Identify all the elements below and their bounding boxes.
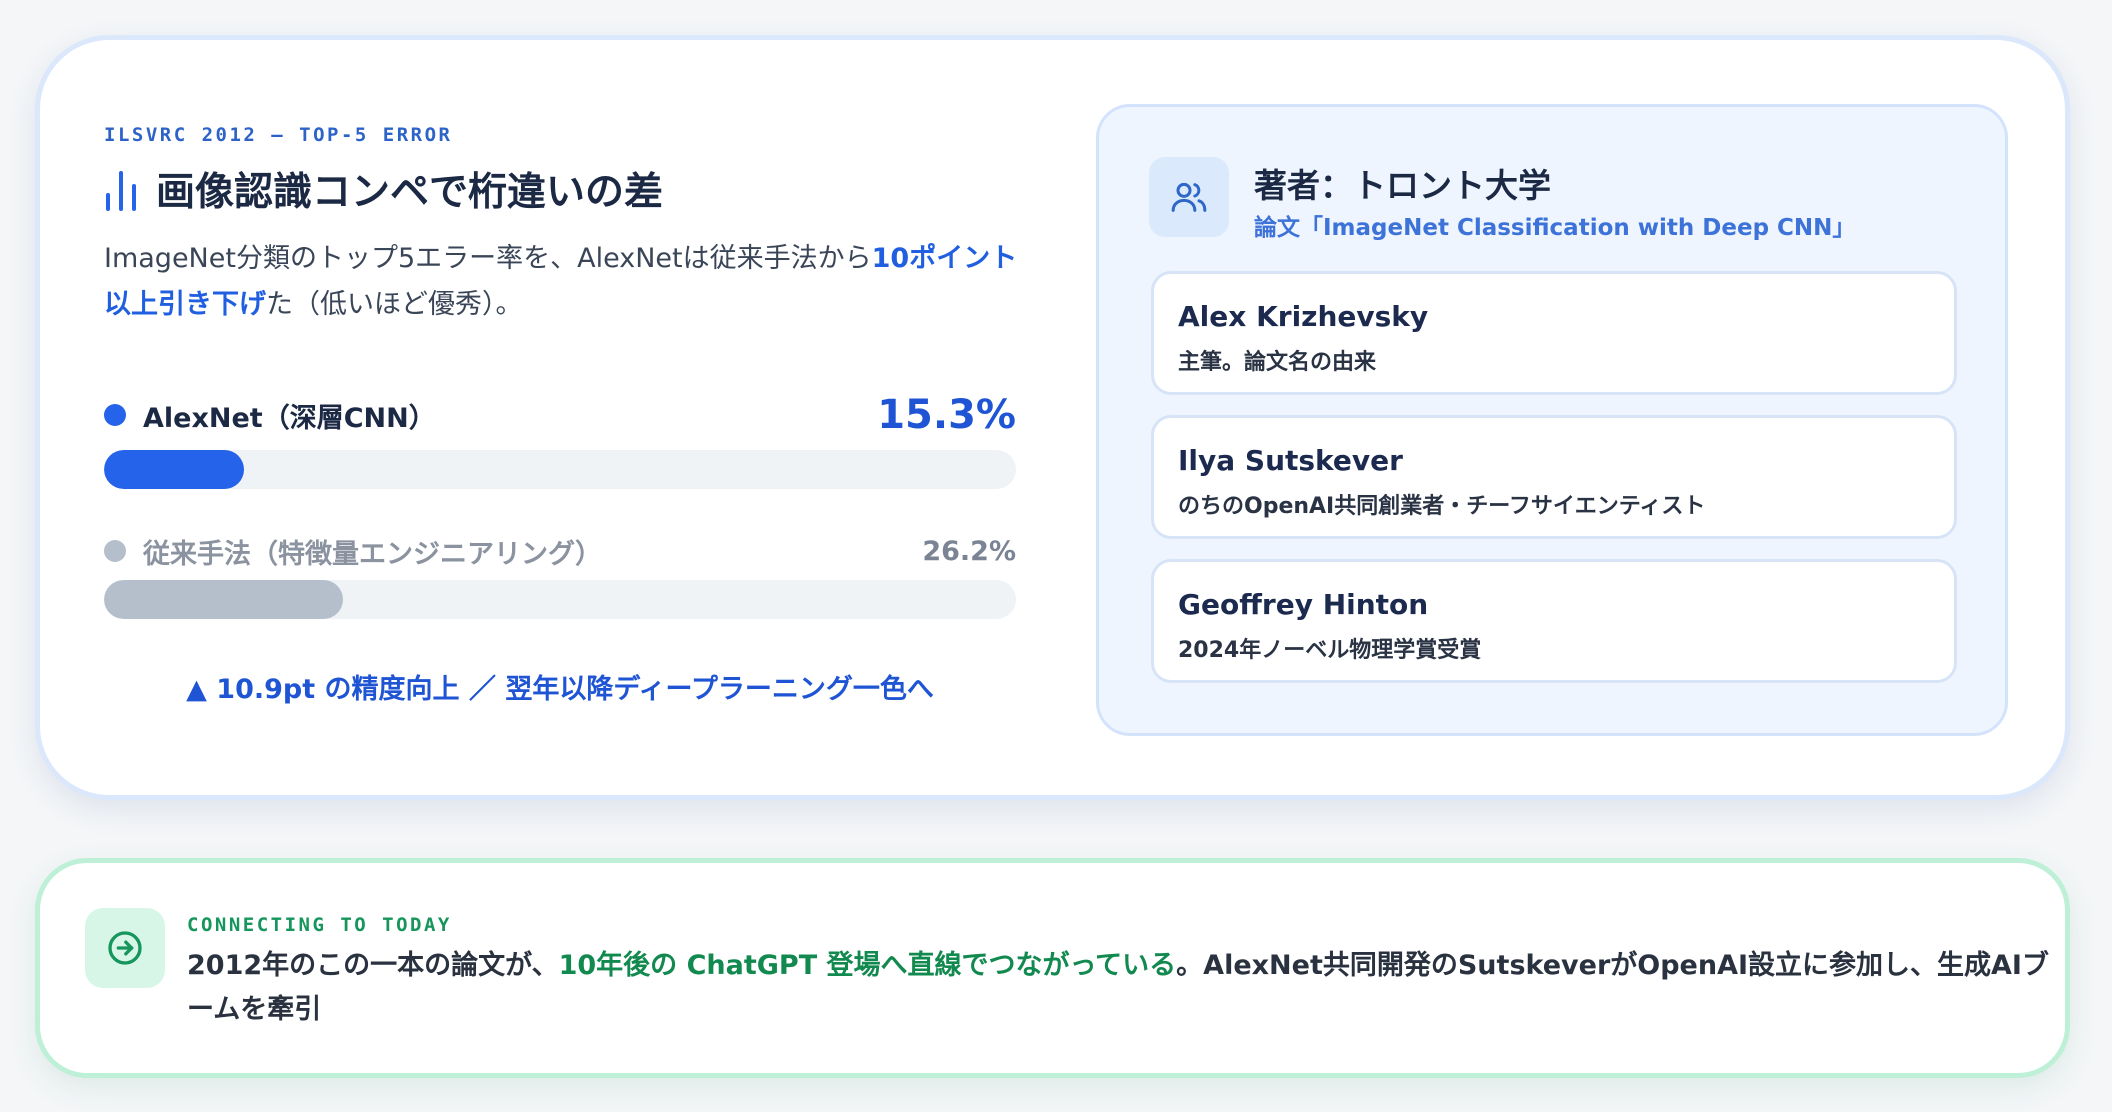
arrow-icon-badge bbox=[85, 908, 165, 988]
description-text: ImageNet分類のトップ5エラー率を、AlexNetは従来手法から bbox=[104, 243, 872, 274]
series-label-traditional: 従来手法（特徴量エンジニアリング） bbox=[143, 538, 602, 570]
author-name: Alex Krizhevsky bbox=[1178, 300, 1429, 333]
author-name: Ilya Sutskever bbox=[1178, 444, 1403, 477]
chart-title: 画像認識コンペで桁違いの差 bbox=[156, 170, 664, 215]
bar-alexnet bbox=[104, 450, 244, 489]
bar-chart-icon bbox=[106, 171, 136, 211]
connecting-highlight: 10年後の ChatGPT 登場へ直線でつながっている bbox=[558, 950, 1177, 981]
author-card-sutskever: Ilya Sutskever のちのOpenAI共同創業者・チーフサイエンティス… bbox=[1151, 415, 1957, 539]
author-role: 2024年ノーベル物理学賞受賞 bbox=[1178, 638, 1482, 663]
bar-track-traditional bbox=[104, 580, 1016, 619]
series-label-alexnet: AlexNet（深層CNN） bbox=[143, 402, 436, 434]
author-role: 主筆。論文名の由来 bbox=[1178, 350, 1377, 375]
bar-traditional bbox=[104, 580, 343, 619]
arrow-right-circle-icon bbox=[108, 931, 142, 965]
bar-row-traditional: 従来手法（特徴量エンジニアリング） 26.2% bbox=[104, 530, 1016, 572]
chart-description: ImageNet分類のトップ5エラー率を、AlexNetは従来手法から10ポイン… bbox=[104, 236, 1024, 328]
users-icon bbox=[1171, 182, 1207, 212]
description-text-end: た（低いほど優秀）。 bbox=[266, 289, 523, 320]
author-role: のちのOpenAI共同創業者・チーフサイエンティスト bbox=[1178, 494, 1706, 519]
bar-row-alexnet: AlexNet（深層CNN） 15.3% bbox=[104, 388, 1016, 442]
bar-track-alexnet bbox=[104, 450, 1016, 489]
chart-annotation: ▲ 10.9pt の精度向上 ／ 翌年以降ディープラーニング一色へ bbox=[186, 674, 934, 705]
authors-title: 著者：トロント大学 bbox=[1254, 166, 1551, 205]
connecting-text-start: 2012年のこの一本の論文が、 bbox=[187, 950, 559, 981]
value-label-alexnet: 15.3% bbox=[877, 392, 1016, 438]
legend-dot-traditional bbox=[104, 540, 126, 562]
author-name: Geoffrey Hinton bbox=[1178, 588, 1429, 621]
connecting-text: 2012年のこの一本の論文が、10年後の ChatGPT 登場へ直線でつながって… bbox=[187, 944, 2067, 1032]
users-icon-badge bbox=[1149, 157, 1229, 237]
paper-title: 論文「ImageNet Classification with Deep CNN… bbox=[1254, 215, 1856, 241]
chart-title-row: 画像認識コンペで桁違いの差 bbox=[104, 160, 663, 218]
connecting-card: CONNECTING TO TODAY 2012年のこの一本の論文が、10年後の… bbox=[35, 858, 2070, 1078]
value-label-traditional: 26.2% bbox=[922, 535, 1016, 567]
author-card-hinton: Geoffrey Hinton 2024年ノーベル物理学賞受賞 bbox=[1151, 559, 1957, 683]
authors-panel: 著者：トロント大学 論文「ImageNet Classification wit… bbox=[1096, 104, 2008, 736]
chart-eyebrow: ILSVRC 2012 — TOP-5 ERROR bbox=[104, 124, 453, 146]
connecting-eyebrow: CONNECTING TO TODAY bbox=[187, 914, 452, 936]
author-card-krizhevsky: Alex Krizhevsky 主筆。論文名の由来 bbox=[1151, 271, 1957, 395]
legend-dot-alexnet bbox=[104, 404, 126, 426]
